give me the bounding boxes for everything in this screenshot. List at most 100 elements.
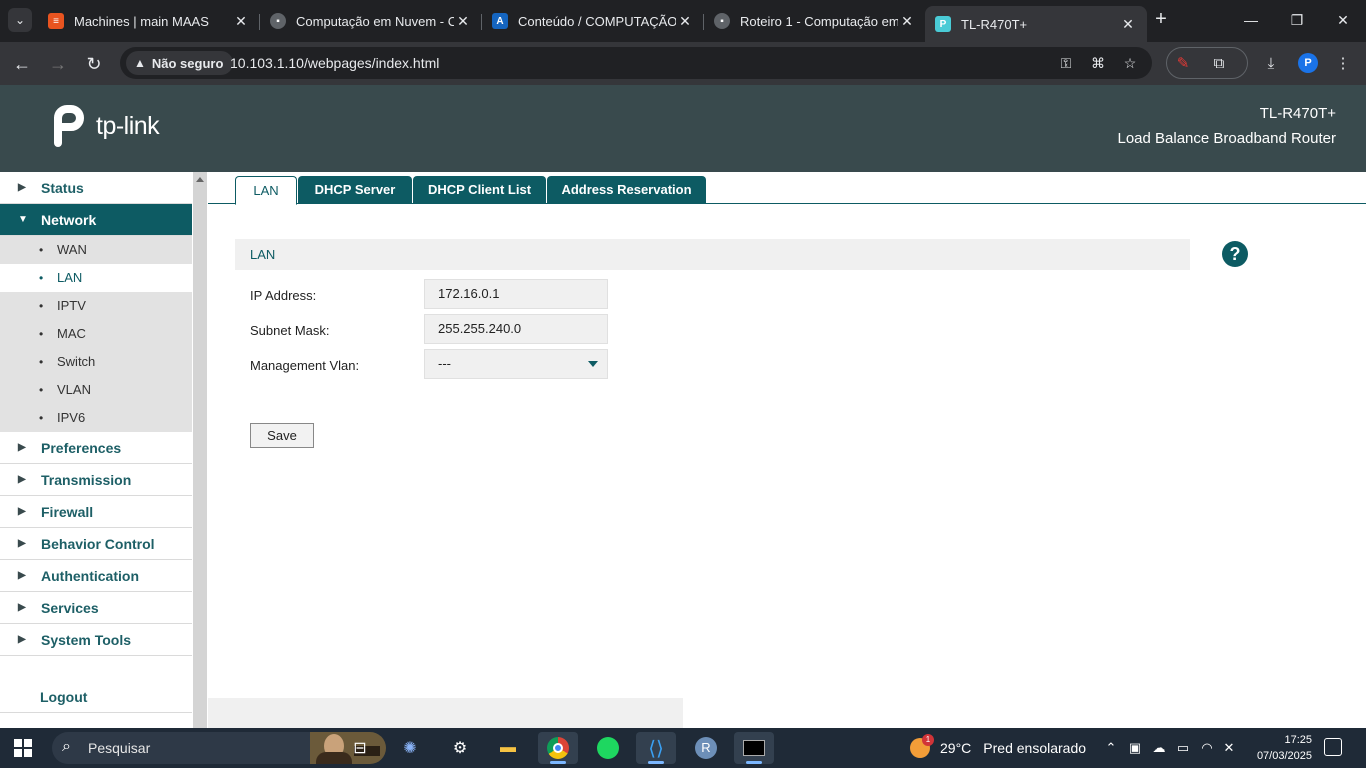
- taskbar: ⌕ Pesquisar ⊟ ✺ ⚙ ▬ ⟨⟩ R 1 29°C Pred ens…: [0, 728, 1366, 768]
- sidebar-item-transmission[interactable]: ▶ Transmission: [0, 464, 192, 496]
- sidebar-item-label: Status: [41, 180, 84, 196]
- battery-icon[interactable]: ▭: [1174, 740, 1192, 756]
- tab-title: Conteúdo / COMPUTAÇÃO E: [518, 13, 676, 29]
- sidebar-item-network[interactable]: ▼ Network: [0, 204, 192, 236]
- sidebar-item-services[interactable]: ▶ Services: [0, 592, 192, 624]
- sidebar-item-label: Network: [41, 212, 97, 228]
- forward-button[interactable]: →: [44, 50, 72, 78]
- bookmark-star-icon[interactable]: ☆: [1120, 53, 1140, 73]
- taskbar-search[interactable]: ⌕ Pesquisar: [52, 732, 386, 764]
- submenu-item-iptv[interactable]: IPTV: [0, 292, 192, 320]
- weather-text: Pred ensolarado: [983, 740, 1087, 756]
- chrome-icon[interactable]: [538, 732, 578, 764]
- submenu-item-ipv6[interactable]: IPV6: [0, 404, 192, 432]
- minimize-button[interactable]: —: [1228, 0, 1274, 40]
- profile-avatar[interactable]: P: [1298, 53, 1318, 73]
- submenu-item-switch[interactable]: Switch: [0, 348, 192, 376]
- system-clock[interactable]: 17:25 07/03/2025: [1242, 732, 1312, 764]
- sidebar-item-system-tools[interactable]: ▶ System Tools: [0, 624, 192, 656]
- chevron-up-icon[interactable]: ⌃: [1102, 740, 1120, 756]
- tab-dhcp-client-list[interactable]: DHCP Client List: [413, 176, 546, 204]
- caret-right-icon: ▶: [18, 538, 26, 549]
- sidebar-item-status[interactable]: ▶ Status: [0, 172, 192, 204]
- browser-tab-maas[interactable]: ≡ Machines | main MAAS ✕: [38, 6, 260, 36]
- sidebar-item-label: Services: [41, 600, 99, 616]
- volume-mute-icon[interactable]: ✕: [1220, 740, 1238, 756]
- vscode-icon[interactable]: ⟨⟩: [636, 732, 676, 764]
- help-icon[interactable]: ?: [1222, 241, 1248, 267]
- book-icon: ▪: [270, 13, 286, 29]
- task-view-icon[interactable]: ⊟: [340, 732, 380, 764]
- save-button[interactable]: Save: [250, 423, 314, 448]
- settings-gear-icon[interactable]: ⚙: [440, 732, 480, 764]
- sidebar-item-authentication[interactable]: ▶ Authentication: [0, 560, 192, 592]
- pen-extension-icon[interactable]: ✎: [1172, 53, 1194, 75]
- clock-time: 17:25: [1284, 734, 1312, 746]
- browser-tab-strip: ⌄ ≡ Machines | main MAAS ✕ ▪ Computação …: [0, 0, 1366, 42]
- reload-button[interactable]: ↻: [80, 50, 108, 78]
- tab-search-button[interactable]: ⌄: [8, 8, 32, 32]
- subnet-mask-field[interactable]: 255.255.240.0: [424, 314, 608, 344]
- url-text[interactable]: 10.103.1.10/webpages/index.html: [230, 55, 439, 71]
- submenu-item-wan[interactable]: WAN: [0, 236, 192, 264]
- browser-tab-tplink[interactable]: P TL-R470T+ ✕: [925, 6, 1147, 42]
- r-icon[interactable]: R: [686, 732, 726, 764]
- ip-address-field[interactable]: 172.16.0.1: [424, 279, 608, 309]
- new-tab-button[interactable]: +: [1150, 8, 1172, 30]
- restore-button[interactable]: ❐: [1274, 0, 1320, 40]
- back-button[interactable]: ←: [8, 50, 36, 78]
- avaloq-icon: A: [492, 13, 508, 29]
- meet-icon[interactable]: ▣: [1126, 740, 1144, 756]
- close-window-button[interactable]: ✕: [1320, 0, 1366, 40]
- close-icon[interactable]: ✕: [1119, 16, 1137, 33]
- close-icon[interactable]: ✕: [676, 13, 694, 30]
- sidebar-item-behavior-control[interactable]: ▶ Behavior Control: [0, 528, 192, 560]
- browser-tab-computacao[interactable]: ▪ Computação em Nuvem - C ✕: [260, 6, 482, 36]
- subnet-mask-value: 255.255.240.0: [438, 321, 522, 336]
- close-icon[interactable]: ✕: [898, 13, 916, 30]
- key-icon[interactable]: ⚿: [1056, 53, 1076, 73]
- translate-icon[interactable]: ⌘: [1088, 53, 1108, 73]
- management-vlan-select[interactable]: ---: [424, 349, 608, 379]
- address-bar[interactable]: ▲ Não seguro 10.103.1.10/webpages/index.…: [120, 47, 1152, 79]
- tab-address-reservation[interactable]: Address Reservation: [547, 176, 706, 204]
- close-icon[interactable]: ✕: [232, 13, 250, 30]
- tab-lan[interactable]: LAN: [235, 176, 297, 205]
- logout-link[interactable]: Logout: [40, 689, 87, 705]
- submenu-item-vlan[interactable]: VLAN: [0, 376, 192, 404]
- sidebar-item-preferences[interactable]: ▶ Preferences: [0, 432, 192, 464]
- weather-widget[interactable]: 1 29°C Pred ensolarado: [910, 734, 1087, 758]
- search-icon: ⌕: [62, 738, 71, 755]
- wifi-icon[interactable]: ◠: [1198, 740, 1216, 756]
- download-icon[interactable]: ⤓: [1260, 53, 1282, 75]
- onedrive-cloud-icon[interactable]: ☁: [1150, 740, 1168, 756]
- copilot-icon[interactable]: ✺: [390, 732, 430, 764]
- more-menu-icon[interactable]: ⋮: [1332, 53, 1354, 75]
- content-footer: [208, 698, 683, 728]
- caret-right-icon: ▶: [18, 182, 26, 193]
- section-title: LAN: [250, 247, 276, 262]
- tplink-icon: P: [935, 16, 951, 32]
- browser-tab-roteiro[interactable]: ▪ Roteiro 1 - Computação em ✕: [704, 6, 926, 36]
- submenu-item-lan[interactable]: LAN: [0, 264, 192, 292]
- close-icon[interactable]: ✕: [454, 13, 472, 30]
- file-explorer-icon[interactable]: ▬: [488, 732, 528, 764]
- router-description: Load Balance Broadband Router: [1117, 130, 1337, 147]
- notification-icon[interactable]: [1324, 738, 1342, 756]
- extensions-puzzle-icon[interactable]: ⧉: [1208, 53, 1230, 75]
- tab-dhcp-server[interactable]: DHCP Server: [298, 176, 412, 204]
- sidebar-item-label: Preferences: [41, 440, 122, 456]
- sidebar-scrollbar[interactable]: [193, 172, 207, 728]
- tplink-logo: tp-link: [48, 105, 160, 147]
- tab-title: Machines | main MAAS: [74, 13, 209, 29]
- terminal-icon[interactable]: [734, 732, 774, 764]
- spotify-icon[interactable]: [588, 732, 628, 764]
- scroll-up-arrow-icon[interactable]: [196, 177, 204, 182]
- sidebar-item-firewall[interactable]: ▶ Firewall: [0, 496, 192, 528]
- submenu-item-mac[interactable]: MAC: [0, 320, 192, 348]
- browser-tab-conteudo[interactable]: A Conteúdo / COMPUTAÇÃO E ✕: [482, 6, 704, 36]
- windows-start-icon[interactable]: [14, 739, 32, 757]
- security-indicator[interactable]: ▲ Não seguro: [126, 51, 234, 75]
- tab-title: Computação em Nuvem - C: [296, 13, 454, 29]
- book-icon: ▪: [714, 13, 730, 29]
